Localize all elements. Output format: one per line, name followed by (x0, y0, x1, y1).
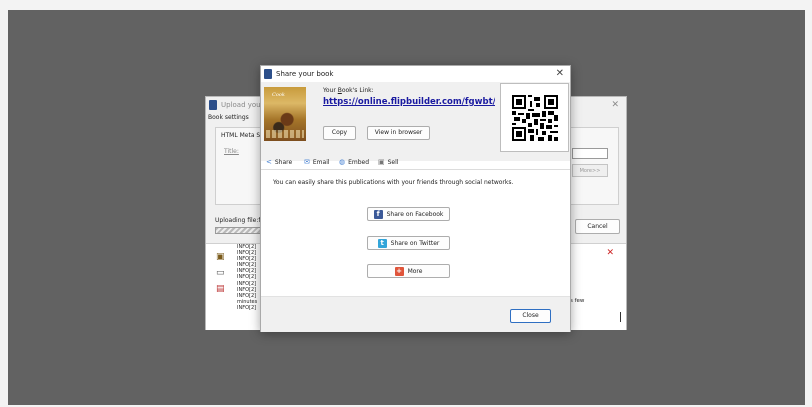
upload-window-title: Upload your (221, 101, 264, 109)
uploading-label: Uploading file:fli (215, 217, 264, 224)
share-on-twitter-button[interactable]: t Share on Twitter (367, 236, 450, 250)
tab-share[interactable]: < Share (266, 158, 292, 166)
more-button-label: More (407, 267, 423, 275)
group-legend: HTML Meta Se (221, 132, 264, 139)
log-toolbar: ▣ ▭ ▤ (216, 252, 225, 300)
copy-icon[interactable]: ▭ (216, 268, 225, 278)
share-dialog: Share your book ✕ Cook Your Book's Link:… (260, 65, 571, 332)
close-button[interactable]: Close (510, 309, 551, 323)
app-icon (209, 100, 217, 110)
tab-divider (261, 169, 570, 170)
globe-icon: ◍ (339, 158, 346, 166)
tab-book-settings[interactable]: Book settings (208, 114, 249, 121)
log-line: INFO[2] (237, 280, 257, 287)
facebook-button-label: Share on Facebook (386, 210, 444, 218)
log-line: INFO[2] (237, 274, 257, 281)
cancel-button[interactable]: Cancel (575, 219, 620, 234)
share-tabs: < Share ✉ Email ◍ Embed ▣ Sell (261, 156, 570, 170)
title-field-label: Title: (224, 148, 239, 155)
tab-email[interactable]: ✉ Email (304, 158, 330, 166)
share-icon: < (266, 158, 272, 166)
cover-title: Cook (272, 92, 285, 98)
save-icon[interactable]: ▣ (216, 252, 225, 262)
tab-sell[interactable]: ▣ Sell (378, 158, 398, 166)
log-line: INFO[2] (237, 304, 257, 311)
copy-button[interactable]: Copy (323, 126, 356, 140)
book-link[interactable]: https://online.flipbuilder.com/fgwbt/cey… (323, 97, 495, 107)
qr-code (500, 83, 569, 152)
tab-embed[interactable]: ◍ Embed (339, 158, 369, 166)
log-line: INFO[2] (237, 286, 257, 293)
dialog-title: Share your book (276, 70, 334, 78)
sell-icon: ▣ (378, 158, 385, 166)
cover-decoration (266, 130, 304, 138)
upload-progress-bar (215, 227, 263, 234)
plus-icon: + (394, 266, 404, 276)
app-icon (264, 69, 272, 79)
log-line: INFO[2] (237, 292, 257, 299)
log-tail-text: s few (570, 298, 585, 304)
dialog-titlebar: Share your book ✕ (261, 66, 570, 82)
log-lines: INFO[2] INFO[2] INFO[2] INFO[2] INFO[2] … (237, 244, 257, 311)
share-description: You can easily share this publications w… (273, 179, 514, 186)
view-in-browser-button[interactable]: View in browser (367, 126, 430, 140)
share-on-facebook-button[interactable]: f Share on Facebook (367, 207, 450, 221)
email-icon: ✉ (304, 158, 310, 166)
book-cover-thumbnail: Cook (264, 87, 306, 141)
title-field[interactable] (572, 148, 608, 159)
more-share-options-button[interactable]: + More (367, 264, 450, 278)
text-caret (620, 312, 621, 322)
qr-code-icon (512, 95, 558, 141)
more-options-button[interactable]: More>> (572, 164, 608, 177)
close-icon[interactable]: ✕ (611, 100, 619, 110)
facebook-icon: f (373, 209, 383, 219)
twitter-icon: t (377, 238, 387, 248)
clear-log-icon[interactable]: ▤ (216, 284, 225, 294)
close-log-icon[interactable]: ✕ (606, 248, 614, 258)
book-link-label: Your Book's Link: (323, 87, 374, 94)
twitter-button-label: Share on Twitter (390, 239, 440, 247)
close-icon[interactable]: ✕ (556, 68, 564, 79)
